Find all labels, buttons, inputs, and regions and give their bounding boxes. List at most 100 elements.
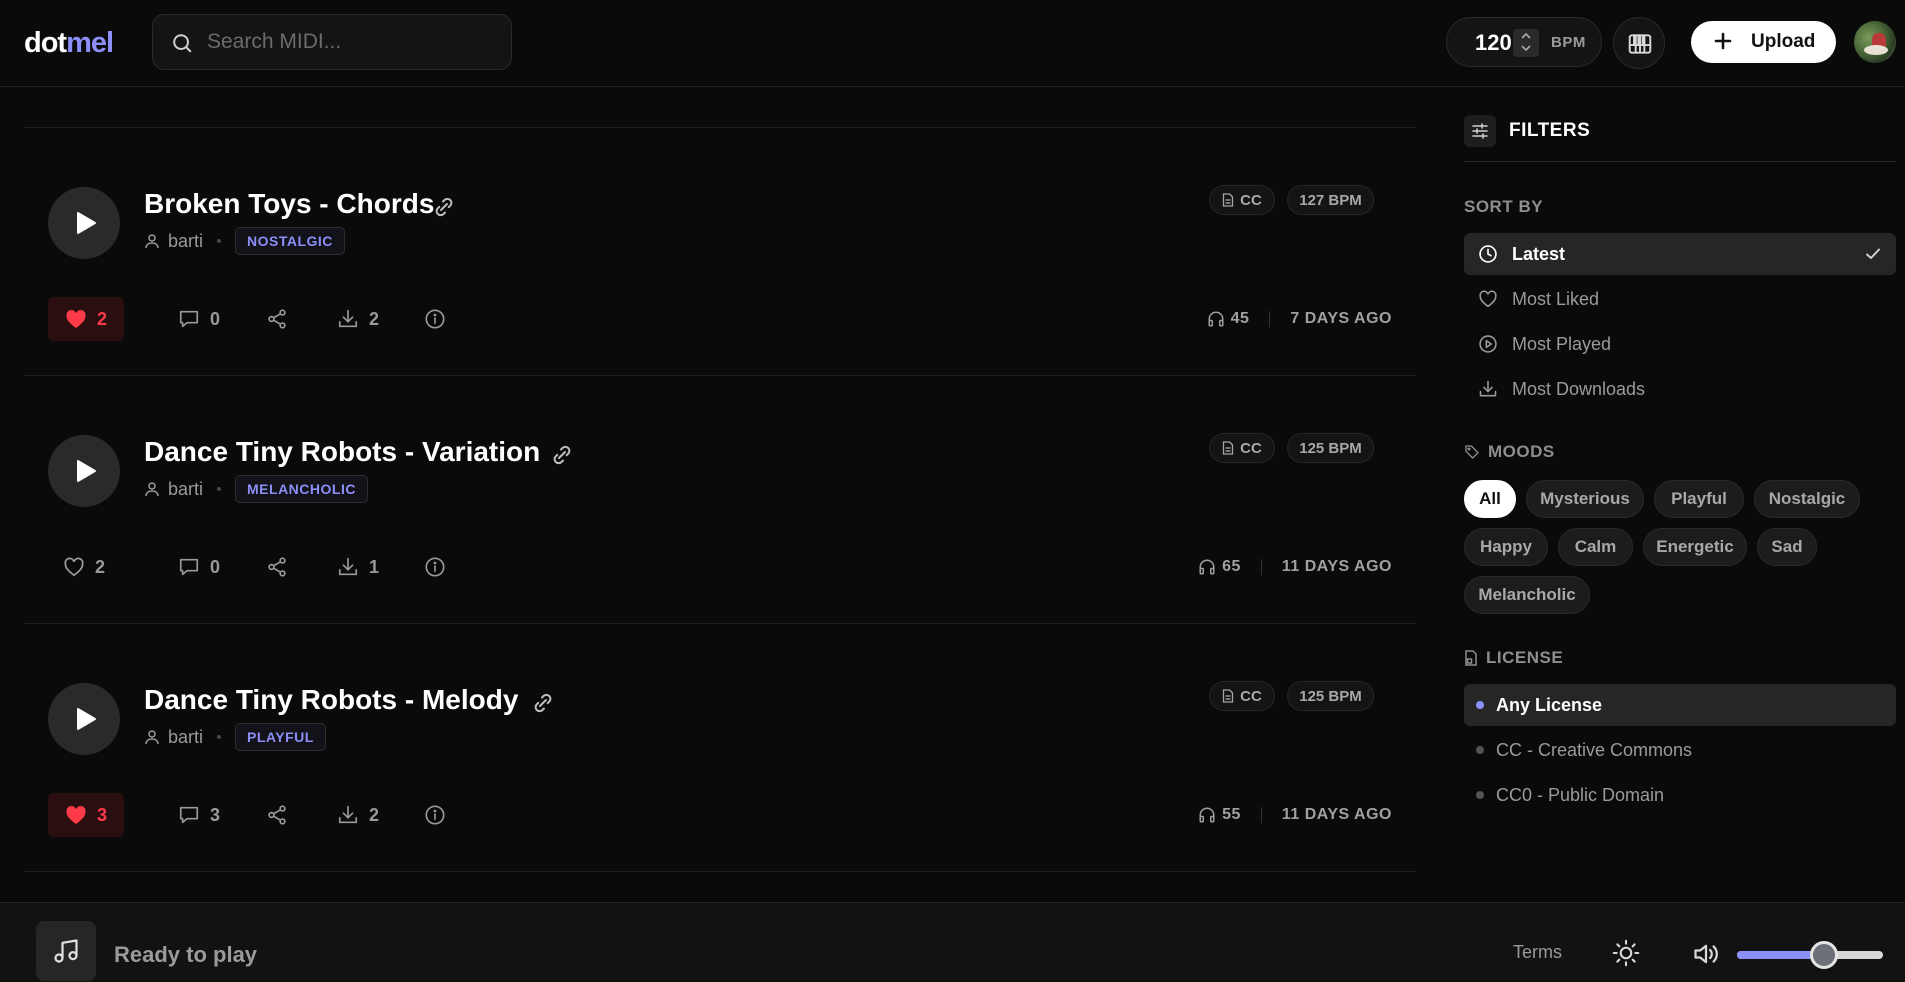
license-badge: CC bbox=[1209, 185, 1275, 215]
license-option-cc[interactable]: CC - Creative Commons bbox=[1464, 729, 1896, 771]
comment-button[interactable]: 3 bbox=[178, 793, 220, 837]
info-button[interactable] bbox=[424, 297, 446, 341]
heart-icon bbox=[63, 557, 85, 577]
share-icon bbox=[266, 556, 288, 578]
bpm-stepper[interactable] bbox=[1513, 29, 1539, 57]
chevron-up-icon[interactable] bbox=[1520, 32, 1532, 40]
clock-icon bbox=[1478, 244, 1498, 264]
bpm-value[interactable]: 120 bbox=[1475, 30, 1512, 56]
terms-link[interactable]: Terms bbox=[1513, 942, 1562, 963]
volume-slider[interactable] bbox=[1737, 941, 1883, 969]
link-icon[interactable] bbox=[432, 195, 456, 219]
upload-button[interactable]: Upload bbox=[1691, 21, 1836, 63]
plus-icon bbox=[1713, 31, 1733, 51]
logo[interactable]: dotmel bbox=[24, 24, 114, 62]
author-name[interactable]: barti bbox=[168, 727, 203, 748]
share-button[interactable] bbox=[266, 793, 288, 837]
mood-chip-melancholic[interactable]: Melancholic bbox=[1464, 576, 1590, 614]
license-option-cc0[interactable]: CC0 - Public Domain bbox=[1464, 774, 1896, 816]
license-option-any[interactable]: Any License bbox=[1464, 684, 1896, 726]
document-icon bbox=[1222, 193, 1234, 207]
track-meta: 55 11 DAYS AGO bbox=[1198, 793, 1392, 837]
search-input[interactable] bbox=[207, 15, 497, 69]
mood-chip-energetic[interactable]: Energetic bbox=[1643, 528, 1747, 566]
comment-button[interactable]: 0 bbox=[178, 545, 220, 589]
mood-tag[interactable]: MELANCHOLIC bbox=[235, 475, 368, 503]
top-header: dotmel 120 BPM Upload bbox=[0, 0, 1905, 87]
chevron-down-icon[interactable] bbox=[1520, 44, 1532, 52]
download-button[interactable]: 2 bbox=[337, 297, 379, 341]
sort-option-latest[interactable]: Latest bbox=[1464, 233, 1896, 275]
track-title[interactable]: Broken Toys - Chords bbox=[144, 188, 434, 220]
mood-chip-playful[interactable]: Playful bbox=[1654, 480, 1744, 518]
play-button[interactable] bbox=[48, 187, 120, 259]
author-name[interactable]: barti bbox=[168, 479, 203, 500]
download-icon bbox=[337, 804, 359, 826]
like-button[interactable]: 2 bbox=[48, 297, 125, 341]
track-feed: Broken Toys - Chords barti NOSTALGIC CC … bbox=[24, 87, 1416, 902]
mood-chip-happy[interactable]: Happy bbox=[1464, 528, 1548, 566]
play-button[interactable] bbox=[48, 435, 120, 507]
mood-chip-nostalgic[interactable]: Nostalgic bbox=[1754, 480, 1860, 518]
sliders-icon bbox=[1464, 115, 1496, 147]
comment-icon bbox=[178, 556, 200, 578]
info-button[interactable] bbox=[424, 793, 446, 837]
track-author-row: barti NOSTALGIC bbox=[144, 227, 345, 255]
info-button[interactable] bbox=[424, 545, 446, 589]
download-icon bbox=[1478, 379, 1498, 399]
filters-sidebar: FILTERS SORT BY Latest Most Liked Most P… bbox=[1464, 87, 1896, 902]
track-title[interactable]: Dance Tiny Robots - Variation bbox=[144, 436, 540, 468]
share-button[interactable] bbox=[266, 545, 288, 589]
link-icon[interactable] bbox=[531, 691, 555, 715]
info-icon bbox=[424, 308, 446, 330]
moods-label: MOODS bbox=[1464, 442, 1555, 462]
heart-filled-icon bbox=[65, 309, 87, 329]
tag-icon bbox=[1464, 444, 1488, 460]
share-icon bbox=[266, 804, 288, 826]
mood-chip-all[interactable]: All bbox=[1464, 480, 1516, 518]
download-button[interactable]: 2 bbox=[337, 793, 379, 837]
mood-tag[interactable]: PLAYFUL bbox=[235, 723, 326, 751]
like-button[interactable]: 2 bbox=[63, 545, 105, 589]
play-count: 45 bbox=[1207, 310, 1250, 328]
info-icon bbox=[424, 804, 446, 826]
user-icon bbox=[144, 233, 160, 249]
headphones-icon bbox=[1198, 806, 1216, 824]
bpm-badge: 127 BPM bbox=[1287, 185, 1374, 215]
keyboard-button[interactable] bbox=[1613, 17, 1665, 69]
sort-option-most-played[interactable]: Most Played bbox=[1464, 323, 1896, 365]
share-button[interactable] bbox=[266, 297, 288, 341]
mood-tag[interactable]: NOSTALGIC bbox=[235, 227, 345, 255]
comment-icon bbox=[178, 308, 200, 330]
author-name[interactable]: barti bbox=[168, 231, 203, 252]
player-bar: Ready to play Terms bbox=[0, 902, 1905, 982]
filters-title: FILTERS bbox=[1509, 120, 1591, 141]
sort-option-most-liked[interactable]: Most Liked bbox=[1464, 278, 1896, 320]
avatar[interactable] bbox=[1854, 21, 1896, 63]
play-circle-icon bbox=[1478, 334, 1498, 354]
like-button[interactable]: 3 bbox=[48, 793, 125, 837]
volume-handle[interactable] bbox=[1810, 941, 1839, 969]
link-icon[interactable] bbox=[550, 443, 574, 467]
headphones-icon bbox=[1207, 310, 1225, 328]
mood-chip-sad[interactable]: Sad bbox=[1757, 528, 1817, 566]
track-title[interactable]: Dance Tiny Robots - Melody bbox=[144, 684, 518, 716]
filters-header: FILTERS bbox=[1464, 112, 1896, 162]
upload-label: Upload bbox=[1751, 31, 1816, 52]
sort-option-most-downloads[interactable]: Most Downloads bbox=[1464, 368, 1896, 410]
mood-chip-calm[interactable]: Calm bbox=[1558, 528, 1633, 566]
headphones-icon bbox=[1198, 558, 1216, 576]
now-playing-artwork bbox=[36, 921, 96, 981]
sun-icon[interactable] bbox=[1612, 939, 1640, 967]
bpm-badge: 125 BPM bbox=[1287, 681, 1374, 711]
heart-filled-icon bbox=[65, 805, 87, 825]
comment-button[interactable]: 0 bbox=[178, 297, 220, 341]
play-button[interactable] bbox=[48, 683, 120, 755]
license-badge: CC bbox=[1209, 433, 1275, 463]
track-card: Broken Toys - Chords barti NOSTALGIC CC … bbox=[24, 128, 1416, 376]
comment-icon bbox=[178, 804, 200, 826]
volume-icon[interactable] bbox=[1692, 940, 1720, 968]
download-button[interactable]: 1 bbox=[337, 545, 379, 589]
mood-chip-mysterious[interactable]: Mysterious bbox=[1526, 480, 1644, 518]
info-icon bbox=[424, 556, 446, 578]
